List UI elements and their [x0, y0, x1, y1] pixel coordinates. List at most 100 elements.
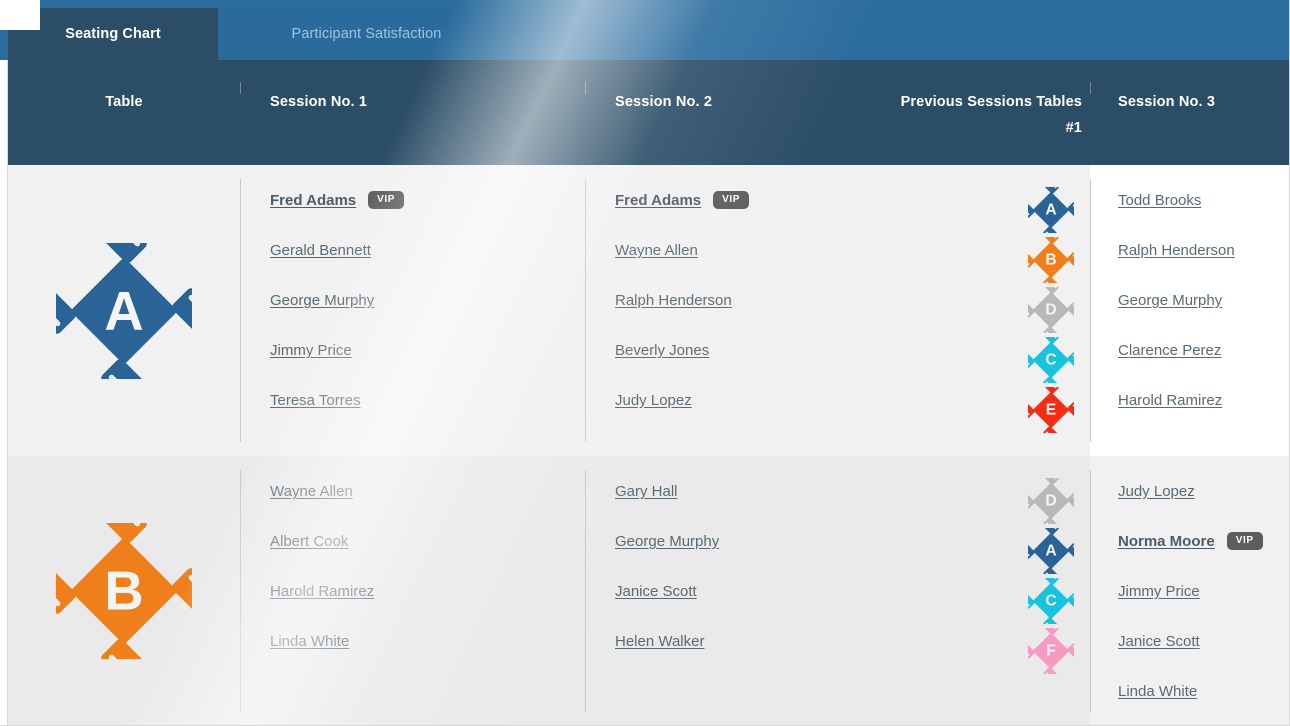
participant-row: Linda White [1118, 683, 1290, 726]
cell-session-2: Fred Adams VIP Wayne Allen Ralph Henderso… [585, 165, 875, 456]
seating-chart-app: Seating Chart Participant Satisfaction T… [0, 0, 1290, 726]
participant-link[interactable]: Wayne Allen [615, 242, 698, 260]
cell-session-1: Fred Adams VIP Gerald Bennett George Murp… [240, 165, 585, 456]
table-icon-svg: C [1020, 570, 1082, 632]
participant-row: Gary Hall [615, 483, 875, 534]
table-icon-A[interactable]: A [1020, 520, 1082, 582]
participant-link[interactable]: Norma Moore [1118, 533, 1215, 551]
tab-participant-satisfaction[interactable]: Participant Satisfaction [218, 8, 515, 60]
tab-label: Seating Chart [65, 26, 161, 42]
column-header-session-1-label: Session No. 1 [270, 94, 368, 110]
participant-link[interactable]: Fred Adams [270, 192, 356, 210]
participant-row: George Murphy [1118, 292, 1290, 343]
vip-badge: VIP [368, 191, 405, 209]
participant-link[interactable]: Todd Brooks [1118, 192, 1201, 210]
participant-link[interactable]: Albert Cook [270, 533, 348, 551]
table-row: B Wayne Allen Albert Cook Harold Ramirez… [8, 456, 1290, 726]
participant-row: Gerald Bennett [270, 242, 585, 293]
column-header-session-3[interactable]: Session No. 3 [1090, 60, 1290, 110]
cell-divider [240, 470, 241, 712]
cell-session-2: Gary Hall George Murphy Janice Scott Hel… [585, 456, 875, 726]
participant-link[interactable]: George Murphy [270, 292, 374, 310]
left-border [7, 60, 8, 726]
cell-table: B [8, 456, 240, 726]
participant-row: George Murphy [615, 533, 875, 584]
svg-text:B: B [104, 561, 143, 622]
participant-link[interactable]: Teresa Torres [270, 392, 361, 410]
column-header-session-3-label: Session No. 3 [1118, 94, 1216, 110]
participant-row: Fred Adams VIP [615, 191, 875, 243]
participant-row: George Murphy [270, 292, 585, 343]
svg-text:B: B [1045, 252, 1056, 269]
previous-table-entry: D [1020, 279, 1082, 341]
previous-table-entry: C [1020, 329, 1082, 391]
participant-link[interactable]: Judy Lopez [615, 392, 692, 410]
participant-link[interactable]: Janice Scott [1118, 633, 1200, 651]
column-header-table-label: Table [105, 94, 143, 110]
participant-link[interactable]: Janice Scott [615, 583, 697, 601]
participant-link[interactable]: Harold Ramirez [1118, 392, 1222, 410]
cell-divider [1090, 179, 1091, 442]
participant-link[interactable]: George Murphy [1118, 292, 1222, 310]
participant-link[interactable]: Gerald Bennett [270, 242, 371, 260]
table-body: A Fred Adams VIP Gerald Bennett George Mu… [8, 165, 1290, 726]
table-icon-C[interactable]: C [1020, 329, 1082, 391]
column-header-previous-sessions-tables[interactable]: Previous Sessions Tables #1 [875, 60, 1090, 136]
participant-row: Clarence Perez [1118, 342, 1290, 393]
vip-badge: VIP [713, 191, 750, 209]
table-icon-E[interactable]: E [1020, 379, 1082, 441]
participant-row: Jimmy Price [1118, 583, 1290, 634]
header-divider [1090, 82, 1091, 94]
previous-table-entry: D [1020, 470, 1082, 532]
participant-link[interactable]: Fred Adams [615, 192, 701, 210]
cell-divider [585, 470, 586, 712]
column-header-table[interactable]: Table [8, 60, 240, 110]
participant-link[interactable]: Wayne Allen [270, 483, 353, 501]
table-icon-svg: A [1020, 520, 1082, 582]
tab-bar: Seating Chart Participant Satisfaction [0, 0, 1290, 60]
table-icon-A[interactable]: A [1020, 179, 1082, 241]
participant-link[interactable]: Beverly Jones [615, 342, 709, 360]
vip-badge: VIP [1226, 532, 1263, 550]
svg-text:A: A [104, 280, 143, 341]
cell-session-1: Wayne Allen Albert Cook Harold Ramirez L… [240, 456, 585, 726]
table-icon-B[interactable]: B [1020, 229, 1082, 291]
svg-text:F: F [1046, 643, 1056, 660]
cell-session-3: Todd Brooks Ralph Henderson George Murph… [1090, 165, 1290, 456]
participant-link[interactable]: Judy Lopez [1118, 483, 1195, 501]
table-header-row: Table Session No. 1 Session No. 2 Previo… [8, 60, 1290, 165]
previous-table-entry: A [1020, 520, 1082, 582]
participant-link[interactable]: Jimmy Price [270, 342, 352, 360]
participant-link[interactable]: Ralph Henderson [615, 292, 732, 310]
table-icon-svg: A [33, 220, 215, 401]
table-icon-B[interactable]: B [33, 500, 215, 682]
svg-text:C: C [1045, 352, 1056, 369]
table-icon-C[interactable]: C [1020, 570, 1082, 632]
participant-row: Janice Scott [615, 583, 875, 634]
table-icon-A[interactable]: A [33, 220, 215, 401]
cell-table: A [8, 165, 240, 456]
table-icon-svg: D [1020, 470, 1082, 532]
participant-link[interactable]: Gary Hall [615, 483, 678, 501]
participant-link[interactable]: Jimmy Price [1118, 583, 1200, 601]
table-icon-D[interactable]: D [1020, 279, 1082, 341]
table-icon-D[interactable]: D [1020, 470, 1082, 532]
table-icon-svg: A [1020, 179, 1082, 241]
participant-link[interactable]: Harold Ramirez [270, 583, 374, 601]
table-icon-F[interactable]: F [1020, 620, 1082, 682]
cell-divider [585, 179, 586, 442]
column-header-session-1[interactable]: Session No. 1 [240, 60, 585, 110]
tab-label: Participant Satisfaction [291, 26, 442, 42]
participant-row: Fred Adams VIP [270, 191, 585, 243]
participant-link[interactable]: Helen Walker [615, 633, 704, 651]
cell-previous-sessions-tables: A B D C E [875, 165, 1090, 456]
column-header-session-2[interactable]: Session No. 2 [585, 60, 875, 110]
participant-link[interactable]: Ralph Henderson [1118, 242, 1235, 260]
participant-link[interactable]: Clarence Perez [1118, 342, 1221, 360]
participant-link[interactable]: Linda White [270, 633, 349, 651]
participant-row: Teresa Torres [270, 392, 585, 443]
participant-link[interactable]: Linda White [1118, 683, 1197, 701]
participant-row: Janice Scott [1118, 633, 1290, 684]
top-left-corner [0, 0, 40, 30]
participant-link[interactable]: George Murphy [615, 533, 719, 551]
